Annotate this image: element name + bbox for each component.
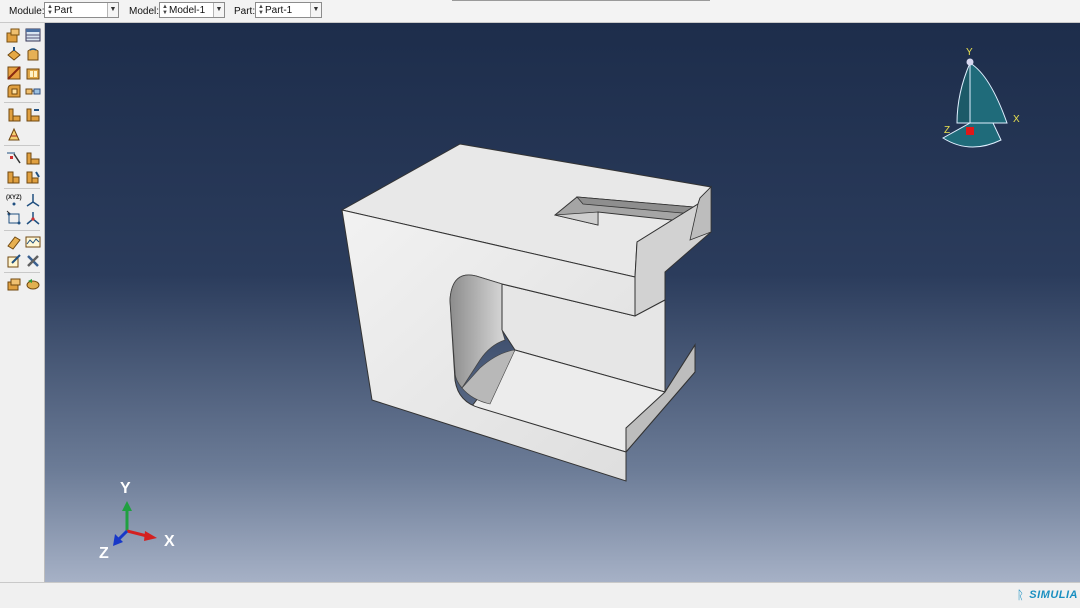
datum-point-icon[interactable]	[6, 150, 22, 166]
view-point-icon[interactable]	[966, 58, 974, 66]
create-solid-revolve-icon[interactable]	[25, 46, 41, 62]
part-label: Part:	[234, 6, 256, 17]
repair-icon[interactable]	[6, 253, 22, 269]
part-select[interactable]: ▲ ▼ Part-1 ▼	[255, 2, 322, 18]
divider	[4, 102, 40, 103]
module-label: Module:	[9, 6, 45, 17]
create-wire-icon[interactable]	[6, 126, 22, 142]
divider	[4, 272, 40, 273]
create-cut-icon[interactable]	[6, 65, 22, 81]
datum-axis-icon[interactable]	[25, 150, 41, 166]
plot-icon[interactable]	[25, 234, 41, 250]
cube-y-label: Y	[966, 47, 973, 58]
mesh-seed-icon[interactable]	[6, 210, 22, 226]
attributes-icon[interactable]	[6, 276, 22, 292]
create-solid-extrude-icon[interactable]	[6, 46, 22, 62]
datum-plane-icon[interactable]	[6, 169, 22, 185]
model-select[interactable]: ▲ ▼ Model-1 ▼	[159, 2, 225, 18]
create-chamfer-icon[interactable]	[25, 83, 41, 99]
partition-face-icon[interactable]	[6, 107, 22, 123]
create-part-icon[interactable]	[6, 27, 22, 43]
spin-icon: ▲ ▼	[258, 4, 264, 16]
context-bar: Module: ▲ ▼ Part ▼ Model: ▲ ▼ Model-1 ▼ Pa…	[0, 0, 1080, 23]
create-fillet-icon[interactable]	[6, 83, 22, 99]
model-value: Model-1	[169, 5, 206, 16]
query-icon[interactable]	[6, 234, 22, 250]
triad-x-label: X	[164, 533, 175, 550]
status-bar: ᚱ SIMULIA	[0, 582, 1080, 608]
chevron-down-icon[interactable]: ▼	[310, 3, 321, 17]
divider	[4, 188, 40, 189]
chevron-down-icon[interactable]: ▼	[213, 3, 224, 17]
chevron-down-icon[interactable]: ▼	[107, 3, 118, 17]
divider	[452, 0, 710, 1]
xyz-point-icon[interactable]: (XYZ)	[6, 192, 22, 208]
divider	[4, 145, 40, 146]
triad-y-label: Y	[120, 480, 131, 497]
spin-icon: ▲ ▼	[47, 4, 53, 16]
cube-x-label: X	[1013, 114, 1020, 125]
model-label: Model:	[129, 6, 160, 17]
3ds-logo-icon: ᚱ	[1016, 588, 1024, 602]
axis-triad: Y X Z	[99, 480, 175, 561]
module-toolbox: (XYZ)	[0, 23, 45, 582]
create-shell-icon[interactable]	[25, 65, 41, 81]
triad-z-label: Z	[99, 545, 109, 561]
cube-z-label: Z	[944, 125, 950, 136]
module-select[interactable]: ▲ ▼ Part ▼	[44, 2, 119, 18]
divider	[4, 230, 40, 231]
module-value: Part	[54, 5, 73, 16]
part-value: Part-1	[265, 5, 293, 16]
spin-icon: ▲ ▼	[162, 4, 168, 16]
tools-icon[interactable]	[25, 253, 41, 269]
viewport[interactable]: Y X Z Y X Z	[45, 23, 1080, 582]
view-center-icon[interactable]	[966, 127, 974, 135]
undo-icon[interactable]	[25, 276, 41, 292]
brand-logo: SIMULIA	[1029, 589, 1078, 601]
part-manager-icon[interactable]	[25, 27, 41, 43]
datum-csys-icon[interactable]	[25, 169, 41, 185]
geometry-edit-icon[interactable]	[25, 210, 41, 226]
part-model[interactable]	[45, 23, 1080, 582]
datum-axes-icon[interactable]	[25, 192, 41, 208]
view-orientation-cube[interactable]: Y X Z	[935, 43, 1035, 153]
partition-cell-icon[interactable]	[25, 107, 41, 123]
svg-text:(XYZ): (XYZ)	[6, 195, 22, 201]
